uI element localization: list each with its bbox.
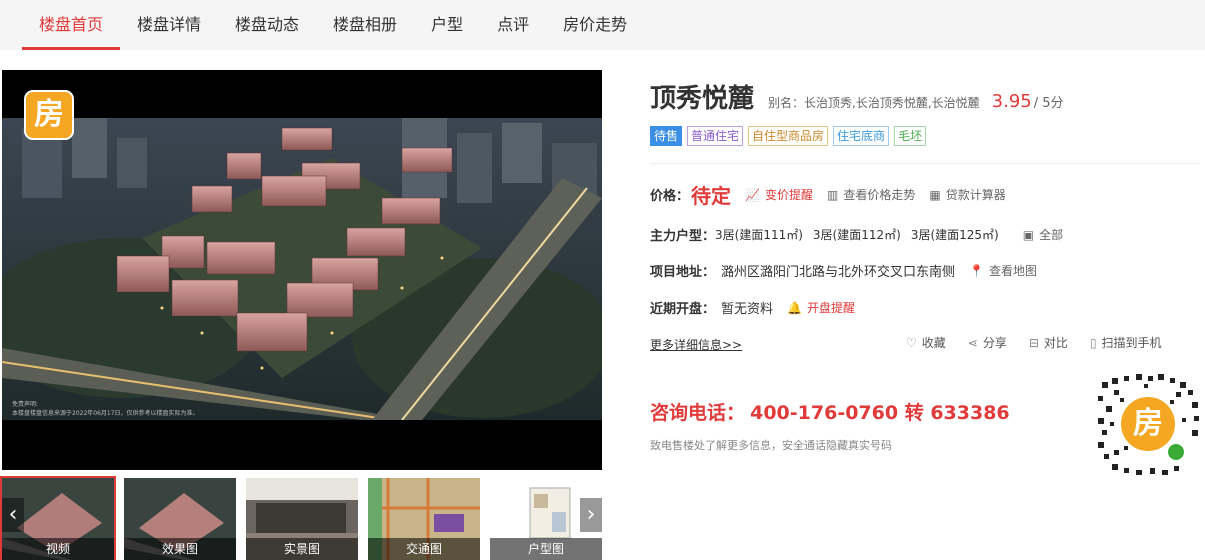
address-value: 潞州区潞阳门北路与北外环交叉口东南侧	[721, 265, 956, 280]
tag-item: 普通住宅	[687, 126, 744, 146]
gallery-prev-button[interactable]: ‹	[2, 498, 24, 532]
price-row: 价格： 待定 📈 变价提醒 ▥ 查看价格走势 ▦ 贷款计算器	[650, 180, 1006, 209]
qr-logo-icon: 房	[1133, 406, 1163, 441]
tag-item: 自住型商品房	[748, 126, 829, 146]
gallery-next-button[interactable]: ›	[580, 498, 602, 532]
unit-item[interactable]: 3居(建面111㎡)	[715, 226, 803, 243]
bar-chart-icon: ▥	[826, 187, 839, 202]
contact-phone-row: 咨询电话： 400-176-0760 转 633386	[650, 398, 1010, 425]
score-unit: / 5分	[1033, 96, 1064, 111]
price-trend-link[interactable]: ▥ 查看价格走势	[827, 186, 915, 203]
tab-price-trend[interactable]: 房价走势	[546, 0, 644, 50]
phone-number[interactable]: 400-176-0760 转 633386	[750, 402, 1010, 424]
project-score: 3.95	[991, 91, 1032, 112]
thumbnail-label: 交通图	[368, 538, 480, 560]
compare-button[interactable]: ⊟ 对比	[1029, 334, 1068, 351]
tab-album[interactable]: 楼盘相册	[316, 0, 414, 50]
units-label: 主力户型：	[650, 229, 716, 244]
thumbnail-label: 实景图	[246, 538, 358, 560]
phone-note: 致电售楼处了解更多信息，安全通话隐藏真实号码	[650, 439, 892, 452]
address-row: 项目地址： 潞州区潞阳门北路与北外环交叉口东南侧 📍 查看地图	[650, 261, 1037, 281]
tab-home[interactable]: 楼盘首页	[22, 0, 121, 50]
opening-label: 近期开盘：	[650, 302, 716, 317]
thumbnail-strip: 视频 效果图 实景图 交通图 户型图 ‹ ›	[0, 476, 602, 560]
qr-code: 房	[1096, 372, 1200, 476]
thumbnail-label: 户型图	[490, 538, 602, 560]
price-alert-link[interactable]: 📈 变价提醒	[745, 186, 813, 203]
main-gallery-image[interactable]: 房 免责声明: 本楼盘楼盘信息来源于2022年06月17日，仅供参考以楼盘实际为…	[2, 70, 602, 470]
tab-news[interactable]: 楼盘动态	[218, 0, 316, 50]
project-title: 顶秀悦麓	[650, 84, 755, 114]
opening-alert-link[interactable]: 🔔 开盘提醒	[787, 299, 855, 316]
view-map-link[interactable]: 📍 查看地图	[969, 262, 1037, 279]
floorplan-icon: ▣	[1022, 227, 1035, 242]
compare-icon: ⊟	[1028, 335, 1039, 350]
units-row: 主力户型： 3居(建面111㎡) 3居(建面112㎡) 3居(建面125㎡) ▣…	[650, 225, 1063, 245]
map-pin-icon: 📍	[969, 263, 984, 278]
phone-label: 咨询电话：	[650, 402, 746, 424]
thumbnail-label: 视频	[2, 538, 114, 560]
tab-details[interactable]: 楼盘详情	[120, 0, 218, 50]
share-icon: ⋖	[967, 335, 978, 350]
all-units-link[interactable]: ▣ 全部	[1023, 226, 1063, 243]
heart-icon: ♡	[906, 335, 917, 350]
top-nav: 楼盘首页 楼盘详情 楼盘动态 楼盘相册 户型 点评 房价走势	[0, 0, 1205, 50]
trend-chart-icon: 📈	[745, 187, 760, 202]
calculator-icon: ▦	[929, 187, 941, 202]
opening-row: 近期开盘： 暂无资料 🔔 开盘提醒	[650, 298, 855, 318]
tag-list: 待售 普通住宅 自住型商品房 住宅底商 毛坯	[650, 126, 931, 146]
opening-value: 暂无资料	[721, 302, 774, 317]
aerial-render-image	[2, 118, 602, 420]
nav-list: 楼盘首页 楼盘详情 楼盘动态 楼盘相册 户型 点评 房价走势	[22, 0, 644, 50]
tag-item: 毛坯	[894, 126, 927, 146]
address-label: 项目地址：	[650, 265, 716, 280]
bell-icon: 🔔	[787, 300, 802, 315]
title-row: 顶秀悦麓 别名：长治顶秀,长治顶秀悦麓,长治悦麓 3.95 / 5分	[650, 78, 1064, 114]
image-disclaimer: 免责声明: 本楼盘楼盘信息来源于2022年06月17日，仅供参考以楼盘实际为准。	[12, 401, 199, 417]
price-value: 待定	[691, 184, 732, 208]
phone-icon: ▯	[1089, 335, 1097, 350]
action-bar: ♡ 收藏 ⋖ 分享 ⊟ 对比 ▯ 扫描到手机	[906, 334, 1184, 351]
loan-calculator-link[interactable]: ▦ 贷款计算器	[929, 186, 1005, 203]
project-alias: 别名：长治顶秀,长治顶秀悦麓,长治悦麓	[768, 96, 980, 110]
thumbnail-traffic-map[interactable]: 交通图	[368, 478, 480, 560]
price-label: 价格：	[650, 189, 690, 204]
more-details-link[interactable]: 更多详细信息>>	[650, 336, 742, 353]
status-badge: 待售	[650, 126, 683, 146]
tab-reviews[interactable]: 点评	[480, 0, 546, 50]
divider	[650, 163, 1200, 164]
tag-item: 住宅底商	[833, 126, 890, 146]
scan-to-phone-button[interactable]: ▯ 扫描到手机	[1090, 334, 1162, 351]
thumbnail-label: 效果图	[124, 538, 236, 560]
tab-floorplans[interactable]: 户型	[414, 0, 480, 50]
fang-logo-icon: 房	[24, 90, 74, 140]
share-button[interactable]: ⋖ 分享	[968, 334, 1007, 351]
unit-item[interactable]: 3居(建面125㎡)	[911, 226, 999, 243]
thumbnail-rendering[interactable]: 效果图	[124, 478, 236, 560]
favorite-button[interactable]: ♡ 收藏	[906, 334, 946, 351]
thumbnail-photo[interactable]: 实景图	[246, 478, 358, 560]
unit-item[interactable]: 3居(建面112㎡)	[813, 226, 901, 243]
